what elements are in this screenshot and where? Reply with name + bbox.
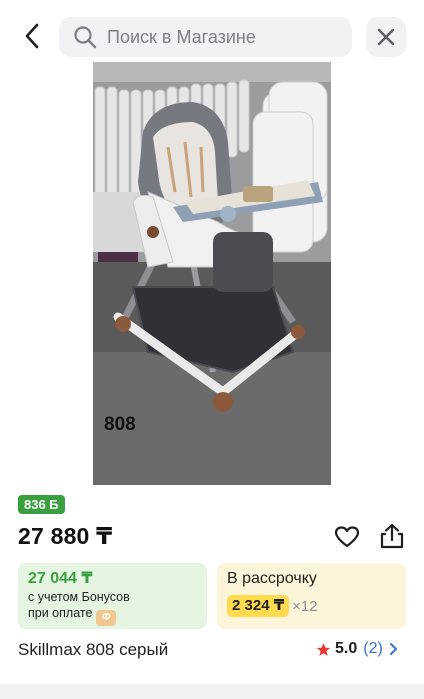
close-button[interactable]	[366, 17, 406, 57]
bonus-line-1: с учетом Бонусов	[28, 590, 130, 604]
rating-value: 5.0	[335, 640, 358, 657]
installment-multiplier: ×12	[292, 597, 318, 615]
share-button[interactable]	[376, 520, 408, 552]
coin-icon: Ф	[96, 610, 117, 626]
section-divider	[0, 684, 424, 699]
close-icon	[377, 28, 395, 46]
back-icon	[25, 23, 39, 49]
back-button[interactable]	[14, 18, 50, 54]
favorite-button[interactable]	[331, 522, 363, 552]
bonus-price: 27 044 ₸	[28, 570, 93, 587]
search-bar[interactable]	[59, 17, 352, 57]
share-icon	[380, 523, 404, 549]
search-icon	[74, 26, 97, 49]
bonus-line-2-row: при оплате Ф	[28, 605, 197, 626]
star-icon	[316, 642, 331, 656]
heart-icon	[334, 526, 360, 548]
search-input[interactable]	[107, 26, 337, 48]
rating-link[interactable]: 5.0 (2)	[316, 640, 398, 658]
rating-count: (2)	[363, 640, 383, 657]
product-price: 27 880 ₸	[18, 523, 113, 549]
product-name: Skillmax 808 серый	[18, 640, 169, 659]
bonus-badge: 836 Б	[18, 495, 65, 514]
chevron-right-icon	[389, 642, 398, 656]
bonus-price-card[interactable]: 27 044 ₸ с учетом Бонусов при оплате Ф	[18, 563, 207, 629]
installment-monthly: 2 324 ₸	[227, 595, 290, 617]
installment-title: В рассрочку	[227, 570, 317, 587]
installment-card[interactable]: В рассрочку 2 324 ₸ ×12	[217, 563, 406, 629]
product-photo[interactable]: 808	[93, 62, 331, 485]
bonus-line-2: при оплате	[28, 606, 93, 620]
installment-row: 2 324 ₸ ×12	[227, 595, 396, 617]
photo-caption: 808	[104, 414, 136, 435]
